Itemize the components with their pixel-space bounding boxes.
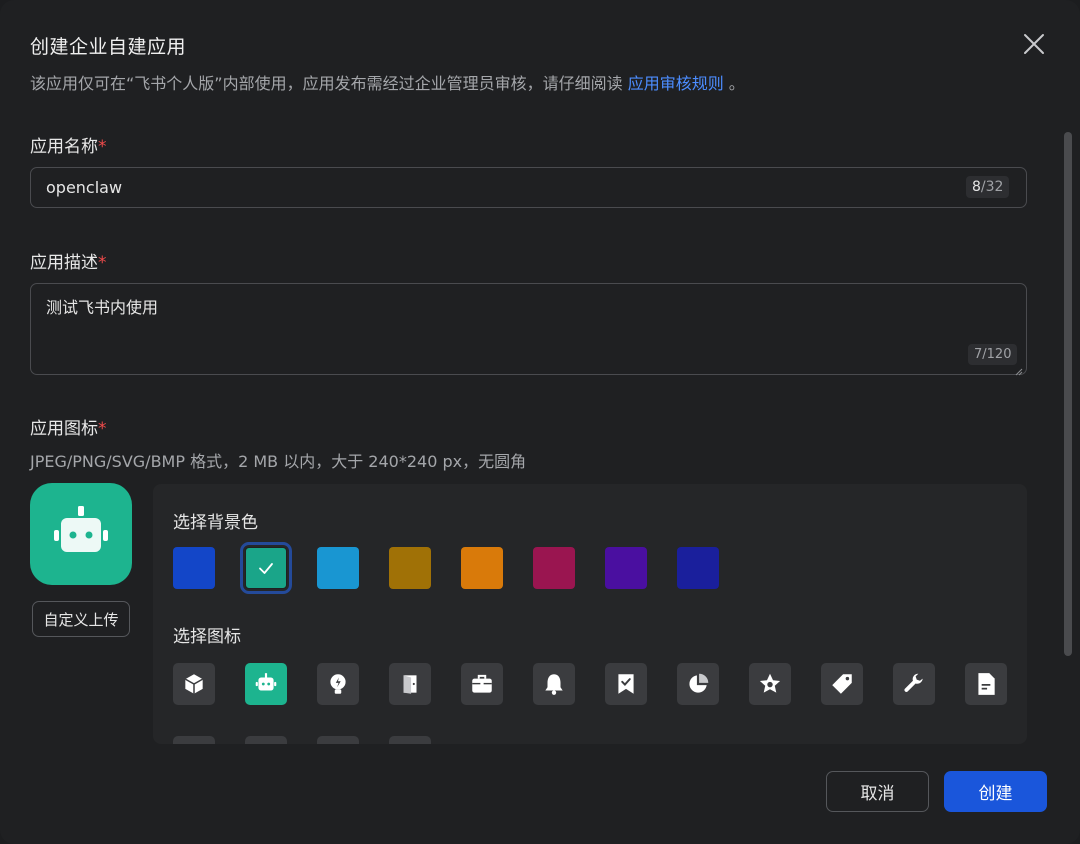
icon-tile[interactable] bbox=[389, 736, 431, 744]
icon-option-bookmark-check[interactable] bbox=[605, 663, 647, 705]
app-icon-label: 应用图标* bbox=[30, 414, 107, 439]
color-swatch[interactable] bbox=[677, 547, 719, 589]
icon-option-cube[interactable] bbox=[173, 663, 215, 705]
app-name-value: openclaw bbox=[46, 178, 123, 197]
app-desc-value: 测试飞书内使用 bbox=[46, 298, 159, 317]
robot-icon bbox=[255, 673, 277, 691]
color-swatch[interactable] bbox=[461, 547, 503, 589]
app-name-input[interactable]: openclaw 8/32 bbox=[30, 167, 1027, 208]
app-desc-label: 应用描述* bbox=[30, 248, 107, 273]
color-swatch[interactable] bbox=[173, 547, 215, 589]
icon-option-briefcase[interactable] bbox=[461, 663, 503, 705]
icon-option-bell[interactable] bbox=[533, 663, 575, 705]
lightbulb-icon bbox=[330, 674, 346, 694]
color-swatch[interactable] bbox=[317, 547, 359, 589]
star-icon bbox=[759, 673, 781, 693]
app-name-counter: 8/32 bbox=[966, 176, 1010, 198]
required-mark: * bbox=[98, 137, 107, 157]
app-desc-label-text: 应用描述 bbox=[30, 253, 98, 273]
icon-option-wrench[interactable] bbox=[893, 663, 935, 705]
robot-icon bbox=[54, 506, 108, 552]
app-name-label-text: 应用名称 bbox=[30, 137, 98, 157]
icon-option-star[interactable] bbox=[749, 663, 791, 705]
dialog-subtitle: 该应用仅可在“飞书个人版”内部使用，应用发布需经过企业管理员审核，请仔细阅读 应… bbox=[30, 70, 745, 94]
create-app-dialog: 创建企业自建应用 该应用仅可在“飞书个人版”内部使用，应用发布需经过企业管理员审… bbox=[0, 0, 1080, 844]
app-icon-label-text: 应用图标 bbox=[30, 419, 98, 439]
cube-icon bbox=[184, 674, 204, 694]
pie-chart-icon bbox=[689, 673, 709, 693]
icon-option-tag[interactable] bbox=[821, 663, 863, 705]
icon-option-document[interactable] bbox=[965, 663, 1007, 705]
icon-option-lightbulb[interactable] bbox=[317, 663, 359, 705]
app-name-label: 应用名称* bbox=[30, 132, 107, 157]
resize-handle-icon[interactable] bbox=[1013, 361, 1023, 376]
icon-picker-panel: 选择背景色 选择图标 bbox=[153, 484, 1027, 744]
color-swatch[interactable] bbox=[605, 547, 647, 589]
color-swatch[interactable] bbox=[240, 542, 292, 594]
briefcase-icon bbox=[472, 674, 492, 693]
door-icon bbox=[403, 675, 417, 694]
scrollbar-thumb[interactable] bbox=[1064, 132, 1072, 656]
review-rules-link[interactable]: 应用审核规则 bbox=[628, 74, 724, 93]
bg-color-title: 选择背景色 bbox=[173, 513, 258, 533]
icon-option-pie-chart[interactable] bbox=[677, 663, 719, 705]
wrench-icon bbox=[904, 673, 923, 692]
icon-option-robot[interactable] bbox=[245, 663, 287, 705]
bell-icon bbox=[545, 674, 563, 695]
checkmark-icon bbox=[259, 563, 273, 574]
tag-icon bbox=[832, 674, 852, 694]
required-mark: * bbox=[98, 253, 107, 273]
custom-upload-button[interactable]: 自定义上传 bbox=[32, 601, 130, 637]
subtitle-text: 该应用仅可在“飞书个人版”内部使用，应用发布需经过企业管理员审核，请仔细阅读 bbox=[30, 74, 623, 93]
subtitle-end: 。 bbox=[728, 74, 745, 93]
app-name-count-max: /32 bbox=[980, 179, 1004, 195]
app-icon-preview bbox=[30, 483, 132, 585]
icon-select-title: 选择图标 bbox=[173, 627, 241, 647]
icon-tile[interactable] bbox=[245, 736, 287, 744]
icon-format-hint: JPEG/PNG/SVG/BMP 格式，2 MB 以内，大于 240*240 p… bbox=[30, 452, 527, 471]
color-swatch[interactable] bbox=[533, 547, 575, 589]
icon-option-door[interactable] bbox=[389, 663, 431, 705]
create-button[interactable]: 创建 bbox=[944, 771, 1047, 812]
cancel-button[interactable]: 取消 bbox=[826, 771, 929, 812]
icon-tile[interactable] bbox=[173, 736, 215, 744]
color-swatch[interactable] bbox=[389, 547, 431, 589]
required-mark: * bbox=[98, 419, 107, 439]
app-desc-textarea[interactable]: 测试飞书内使用 7/120 bbox=[30, 283, 1027, 376]
app-desc-counter: 7/120 bbox=[968, 344, 1018, 365]
document-icon bbox=[978, 673, 995, 695]
close-icon[interactable] bbox=[1018, 28, 1050, 60]
icon-tile[interactable] bbox=[317, 736, 359, 744]
dialog-title: 创建企业自建应用 bbox=[30, 36, 187, 58]
app-name-count-current: 8 bbox=[972, 179, 981, 195]
bookmark-check-icon bbox=[618, 674, 634, 694]
